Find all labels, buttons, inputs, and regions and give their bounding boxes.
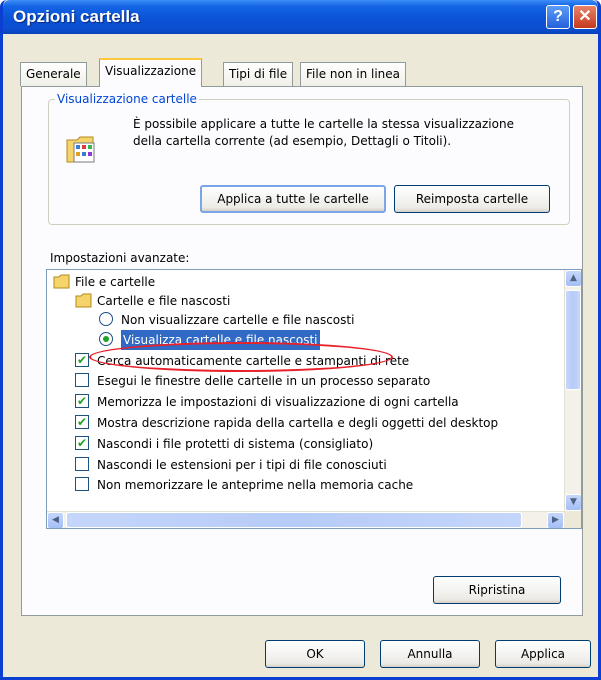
tab-offline-files[interactable]: File non in linea <box>300 62 407 86</box>
folder-options-dialog: Opzioni cartella ? ✕ Generale Visualizza… <box>0 0 601 680</box>
restore-defaults-button[interactable]: Ripristina <box>433 576 561 604</box>
checkbox-checked[interactable]: ✔ <box>75 394 89 408</box>
ok-button[interactable]: OK <box>265 640 365 668</box>
radio-label: Non visualizzare cartelle e file nascost… <box>121 313 355 327</box>
checkbox-unchecked[interactable] <box>75 457 89 471</box>
checkbox-label: Non memorizzare le anteprime nella memor… <box>97 478 414 492</box>
scroll-up-icon[interactable]: ▲ <box>565 270 581 287</box>
tree-item-label: Cartelle e file nascosti <box>97 294 231 308</box>
description-line-2: della cartella corrente (ad esempio, Det… <box>133 134 452 148</box>
checkbox-checked[interactable]: ✔ <box>75 436 89 450</box>
folder-icon <box>53 274 71 295</box>
description-line-1: È possibile applicare a tutte le cartell… <box>133 117 514 131</box>
close-button[interactable]: ✕ <box>573 5 597 29</box>
scrollbar-corner <box>564 511 581 528</box>
apply-to-all-folders-button[interactable]: Applica a tutte le cartelle <box>200 185 386 213</box>
vertical-scrollbar[interactable]: ▲ ▼ <box>564 270 581 511</box>
radio-button-selected[interactable] <box>99 332 113 346</box>
advanced-settings-label: Impostazioni avanzate: <box>50 251 190 265</box>
scroll-left-icon[interactable]: ◀ <box>47 512 64 528</box>
tab-file-types[interactable]: Tipi di file <box>223 62 294 86</box>
horizontal-scroll-thumb[interactable] <box>66 512 522 528</box>
folder-icon <box>75 293 93 314</box>
scroll-down-icon[interactable]: ▼ <box>565 494 581 511</box>
folder-view-icon <box>65 132 99 169</box>
tab-view[interactable]: Visualizzazione <box>99 58 203 87</box>
folder-views-description: È possibile applicare a tutte le cartell… <box>133 116 563 150</box>
checkbox-checked[interactable]: ✔ <box>75 415 89 429</box>
checkbox-unchecked[interactable] <box>75 373 89 387</box>
window-title: Opzioni cartella <box>13 7 140 26</box>
scroll-right-icon[interactable]: ▶ <box>547 512 564 528</box>
red-annotation-circle <box>89 342 393 372</box>
folder-views-legend: Visualizzazione cartelle <box>55 92 199 106</box>
title-bar[interactable]: Opzioni cartella ? ✕ <box>3 0 598 34</box>
help-button[interactable]: ? <box>546 5 570 29</box>
vertical-scroll-thumb[interactable] <box>565 290 581 390</box>
horizontal-scrollbar[interactable]: ◀ ▶ <box>47 511 564 528</box>
checkbox-checked[interactable]: ✔ <box>75 353 89 367</box>
checkbox-unchecked[interactable] <box>75 477 89 491</box>
checkbox-label: Memorizza le impostazioni di visualizzaz… <box>97 395 459 409</box>
checkbox-label: Nascondi le estensioni per i tipi di fil… <box>97 458 387 472</box>
checkbox-label: Esegui le finestre delle cartelle in un … <box>97 374 431 388</box>
cancel-button[interactable]: Annulla <box>380 640 480 668</box>
apply-button[interactable]: Applica <box>495 640 591 668</box>
tab-general[interactable]: Generale <box>20 62 87 86</box>
checkbox-label: Nascondi i file protetti di sistema (con… <box>97 437 374 451</box>
radio-button[interactable] <box>99 312 113 326</box>
reset-folders-button[interactable]: Reimposta cartelle <box>394 185 550 213</box>
checkbox-label: Mostra descrizione rapida della cartella… <box>97 416 499 430</box>
tree-item-label: File e cartelle <box>75 275 156 289</box>
advanced-settings-list[interactable]: File e cartelle Cartelle e file nascosti… <box>46 269 582 529</box>
